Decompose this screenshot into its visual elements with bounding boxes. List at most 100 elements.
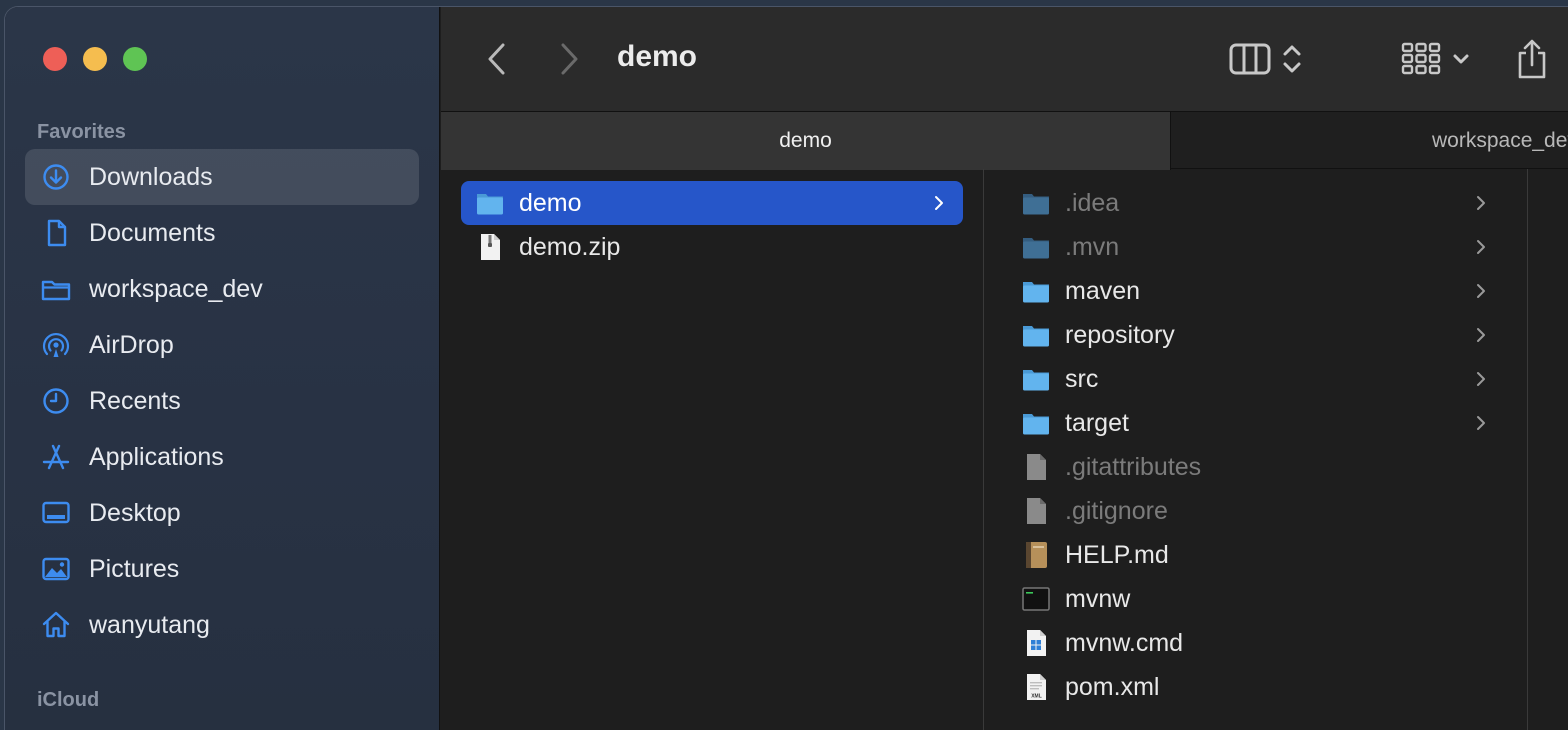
folder-row[interactable]: .idea: [1013, 181, 1505, 225]
columns-view-icon: [1229, 43, 1271, 75]
chevron-updown-icon: [1283, 45, 1301, 73]
file-icon: [1021, 496, 1051, 526]
folder-icon: [1021, 188, 1051, 218]
tab-workspace-dev[interactable]: workspace_dev: [1172, 112, 1568, 170]
item-name: .gitignore: [1065, 496, 1168, 525]
folder-row[interactable]: maven: [1013, 269, 1505, 313]
tab-bar: demo workspace_dev: [441, 111, 1568, 170]
zip-file-icon: [475, 232, 505, 262]
icloud-section-title: iCloud: [37, 689, 100, 711]
sidebar: Favorites Downloads Documents workspace_de…: [5, 7, 440, 730]
sidebar-item-label: wanyutang: [89, 610, 210, 639]
grid-icon: [1401, 42, 1441, 75]
sidebar-item-desktop[interactable]: Desktop: [25, 485, 419, 541]
folder-icon: [1021, 408, 1051, 438]
markdown-file-icon: [1021, 540, 1051, 570]
item-name: .idea: [1065, 188, 1120, 217]
item-name: maven: [1065, 276, 1141, 305]
sidebar-item-wanyutang[interactable]: wanyutang: [25, 597, 419, 653]
chevron-right-icon: [1475, 411, 1487, 435]
finder-window: Favorites Downloads Documents workspace_de…: [4, 6, 1568, 730]
sidebar-item-recents[interactable]: Recents: [25, 373, 419, 429]
chevron-right-icon: [1475, 323, 1487, 347]
item-name: mvnw: [1065, 584, 1131, 613]
chevron-right-icon: [1475, 279, 1487, 303]
file-icon: [1021, 452, 1051, 482]
item-name: repository: [1065, 320, 1175, 349]
sidebar-item-downloads[interactable]: Downloads: [25, 149, 419, 205]
chevron-right-icon: [1475, 191, 1487, 215]
item-name: .mvn: [1065, 232, 1120, 261]
share-button[interactable]: [1515, 35, 1549, 83]
sidebar-item-label: Downloads: [89, 162, 213, 191]
desktop-icon: [39, 496, 73, 530]
sidebar-item-label: Pictures: [89, 554, 180, 583]
folder-row[interactable]: demo: [461, 181, 963, 225]
back-button[interactable]: [477, 39, 517, 79]
item-name: .gitattributes: [1065, 452, 1202, 481]
file-row[interactable]: mvnw: [1013, 577, 1505, 621]
group-button[interactable]: [1401, 35, 1471, 83]
windows-file-icon: [1021, 628, 1051, 658]
sidebar-item-airdrop[interactable]: AirDrop: [25, 317, 419, 373]
folder-row[interactable]: src: [1013, 357, 1505, 401]
share-icon: [1518, 39, 1546, 79]
chevron-right-icon: [1475, 235, 1487, 259]
sidebar-item-label: Documents: [89, 218, 216, 247]
chevron-right-icon: [1475, 367, 1487, 391]
chevron-right-icon: [561, 43, 578, 75]
svg-text:XML: XML: [1031, 694, 1042, 700]
view-mode-button[interactable]: [1229, 35, 1303, 83]
forward-button[interactable]: [549, 39, 589, 79]
pictures-icon: [39, 552, 73, 586]
tab-demo[interactable]: demo: [441, 112, 1171, 170]
sidebar-item-applications[interactable]: Applications: [25, 429, 419, 485]
folder-row[interactable]: repository: [1013, 313, 1505, 357]
sidebar-item-pictures[interactable]: Pictures: [25, 541, 419, 597]
sidebar-item-documents[interactable]: Documents: [25, 205, 419, 261]
favorites-section-title: Favorites: [37, 121, 126, 143]
airdrop-icon: [39, 328, 73, 362]
file-row[interactable]: XML pom.xml: [1013, 665, 1505, 709]
item-name: demo: [519, 188, 582, 217]
folder-row[interactable]: target: [1013, 401, 1505, 445]
sidebar-item-label: AirDrop: [89, 330, 174, 359]
file-row[interactable]: mvnw.cmd: [1013, 621, 1505, 665]
column-1[interactable]: demo demo.zip: [441, 169, 984, 730]
sidebar-item-label: workspace_dev: [89, 274, 263, 303]
chevron-right-icon: [933, 191, 945, 215]
download-icon: [39, 160, 73, 194]
folder-icon: [1021, 276, 1051, 306]
main-area: demo demo workspace_dev demo demo.zip .i…: [441, 7, 1568, 730]
window-controls: [43, 47, 147, 71]
chevron-left-icon: [488, 43, 505, 75]
minimize-window-button[interactable]: [83, 47, 107, 71]
column-browser: demo demo.zip .idea .mvn maven repository src…: [441, 169, 1568, 730]
item-name: src: [1065, 364, 1099, 393]
chevron-down-icon: [1453, 54, 1469, 64]
file-row[interactable]: HELP.md: [1013, 533, 1505, 577]
clock-icon: [39, 384, 73, 418]
folder-row[interactable]: .mvn: [1013, 225, 1505, 269]
applications-icon: [39, 440, 73, 474]
folder-icon: [1021, 364, 1051, 394]
sidebar-item-label: Applications: [89, 442, 224, 471]
toolbar: demo: [441, 7, 1568, 111]
close-window-button[interactable]: [43, 47, 67, 71]
favorites-list: Downloads Documents workspace_dev AirDrop Re…: [25, 149, 419, 653]
file-row[interactable]: .gitattributes: [1013, 445, 1505, 489]
column-3[interactable]: [1529, 169, 1568, 730]
document-icon: [39, 216, 73, 250]
item-name: mvnw.cmd: [1065, 628, 1184, 657]
sidebar-item-workspace-dev[interactable]: workspace_dev: [25, 261, 419, 317]
column-2[interactable]: .idea .mvn maven repository src target .gitatt…: [985, 169, 1528, 730]
item-name: HELP.md: [1065, 540, 1169, 569]
sidebar-item-label: Desktop: [89, 498, 181, 527]
file-row[interactable]: .gitignore: [1013, 489, 1505, 533]
item-name: demo.zip: [519, 232, 621, 261]
home-icon: [39, 608, 73, 642]
folder-icon: [475, 188, 505, 218]
file-row[interactable]: demo.zip: [461, 225, 963, 269]
xml-file-icon: XML: [1021, 672, 1051, 702]
zoom-window-button[interactable]: [123, 47, 147, 71]
